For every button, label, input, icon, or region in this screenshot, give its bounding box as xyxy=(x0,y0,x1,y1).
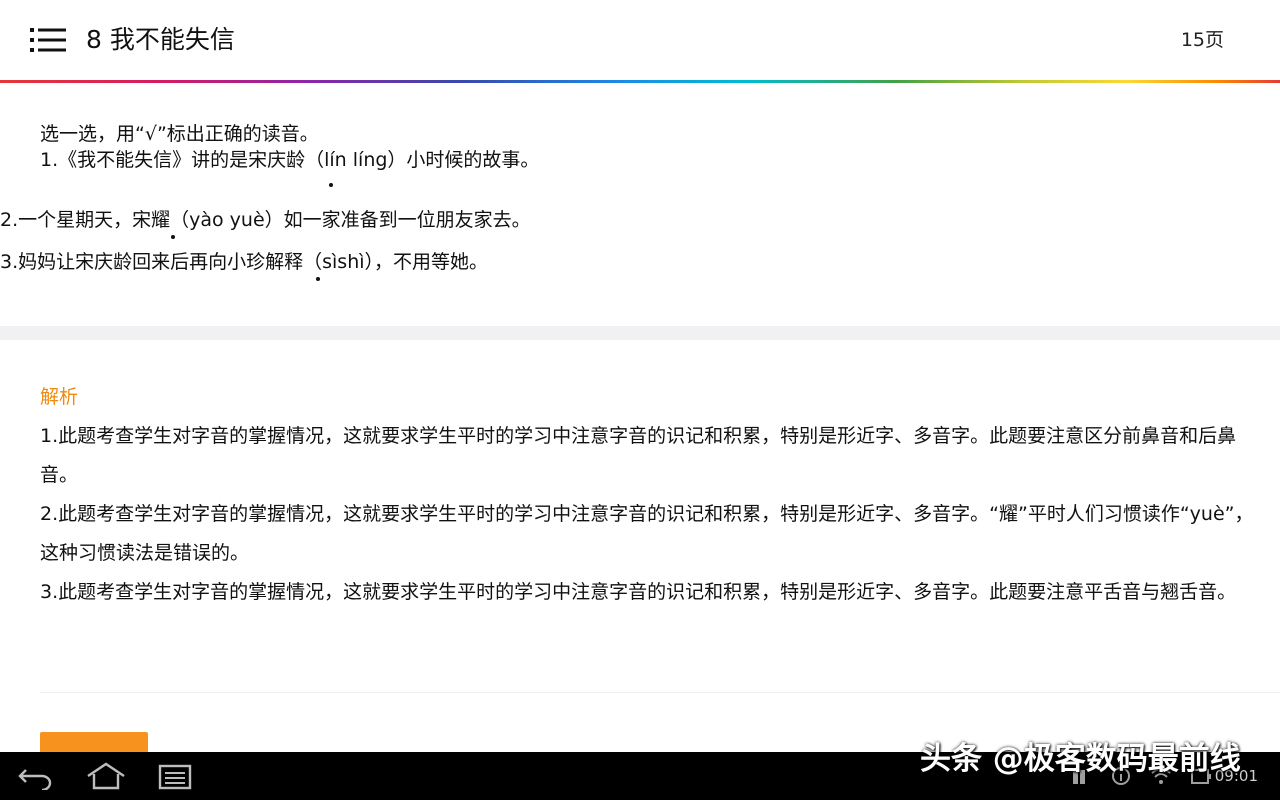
emphasis-dot xyxy=(316,277,320,281)
question-section: 选一选，用“√”标出正确的读音。 1.《我不能失信》讲的是宋庆龄（lín lín… xyxy=(0,83,1280,326)
section-separator xyxy=(0,326,1280,340)
question-item-2: 2.一个星期天，宋耀（yào yuè）如一家准备到一位朋友家去。 xyxy=(0,209,531,231)
question-intro: 选一选，用“√”标出正确的读音。 xyxy=(40,123,319,145)
emphasis-dot xyxy=(329,183,333,187)
back-icon[interactable] xyxy=(16,762,56,792)
content-divider xyxy=(40,692,1280,693)
analysis-paragraph-3: 3.此题考查学生对字音的掌握情况，这就要求学生平时的学习中注意字音的识记和积累，… xyxy=(40,581,1237,603)
analysis-paragraph-1: 1.此题考查学生对字音的掌握情况，这就要求学生平时的学习中注意字音的识记和积累，… xyxy=(40,425,1237,486)
analysis-title: 解析 xyxy=(40,386,79,408)
analysis-paragraph-2: 2.此题考查学生对字音的掌握情况，这就要求学生平时的学习中注意字音的识记和积累，… xyxy=(40,503,1254,564)
question-item-3: 3.妈妈让宋庆龄回来后再向小珍解释（sìshì），不用等她。 xyxy=(0,251,489,273)
home-icon[interactable] xyxy=(86,762,126,790)
page-title: 8 我不能失信 xyxy=(86,25,235,54)
page-count[interactable]: 15页 xyxy=(1181,26,1224,54)
recent-apps-icon[interactable] xyxy=(156,762,196,790)
question-item-1: 1.《我不能失信》讲的是宋庆龄（lín líng）小时候的故事。 xyxy=(40,149,540,171)
analysis-section: 解析 1.此题考查学生对字音的掌握情况，这就要求学生平时的学习中注意字音的识记和… xyxy=(0,340,1280,756)
top-bar: 8 我不能失信 15页 xyxy=(0,0,1280,80)
emphasis-dot xyxy=(171,235,175,239)
watermark: 头条 @极客数码最前线 xyxy=(920,741,1241,777)
menu-icon[interactable] xyxy=(30,26,66,54)
